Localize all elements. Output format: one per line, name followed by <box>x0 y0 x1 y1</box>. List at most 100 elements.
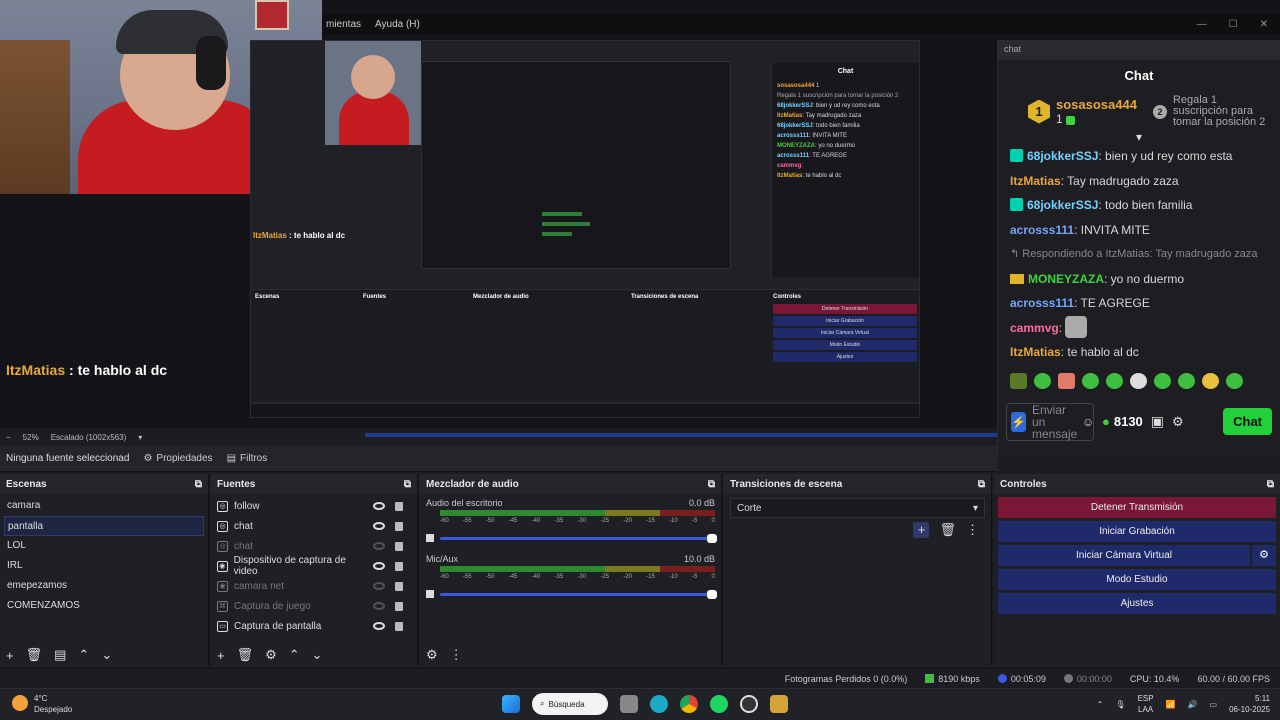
emote-icon[interactable] <box>1154 372 1171 389</box>
scene-item-selected[interactable]: pantalla <box>4 516 204 536</box>
add-icon[interactable]: + <box>217 648 225 663</box>
lock-icon[interactable] <box>395 581 403 591</box>
visibility-eye-icon[interactable] <box>373 521 385 530</box>
taskbar-search[interactable]: ⌕ Búsqueda <box>532 693 608 715</box>
gear-icon[interactable]: ⚙ <box>265 647 277 663</box>
scene-item[interactable]: LOL <box>4 536 204 556</box>
weather-widget[interactable]: 4°C Despejado <box>12 693 72 715</box>
hidden-eye-icon[interactable] <box>373 601 385 610</box>
hidden-eye-icon[interactable] <box>373 541 385 550</box>
windows-start-icon[interactable] <box>502 695 520 713</box>
settings-button[interactable]: Ajustes <box>998 593 1276 614</box>
volume-icon[interactable]: 🔊 <box>1188 700 1198 709</box>
settings-gear-icon[interactable]: ⚙ <box>1172 414 1184 430</box>
language-indicator[interactable]: ESP LAA <box>1138 693 1154 715</box>
chevron-down-icon[interactable]: ▾ <box>138 433 142 442</box>
trash-icon[interactable]: 🗑 <box>26 647 43 663</box>
dock-menu-icon[interactable]: ⧉ <box>195 479 202 490</box>
move-down-icon[interactable]: ⌄ <box>312 647 323 663</box>
dock-menu-icon[interactable]: ⧉ <box>404 479 411 490</box>
properties-button[interactable]: ⚙ Propiedades <box>143 453 212 464</box>
emote-icon[interactable] <box>1058 372 1075 389</box>
emote-icon[interactable] <box>1130 372 1147 389</box>
scene-item[interactable]: camara <box>4 496 204 516</box>
add-icon[interactable]: + <box>913 522 930 538</box>
chat-input[interactable]: ⚡ Enviar un mensaje ☺ <box>1006 402 1094 441</box>
store-icon[interactable]: ▣ <box>1151 413 1164 430</box>
move-down-icon[interactable]: ⌄ <box>101 647 112 663</box>
scene-item[interactable]: IRL <box>4 556 204 576</box>
source-item[interactable]: ◎ chat <box>215 536 413 556</box>
filter-icon[interactable]: ▤ <box>54 647 66 663</box>
obs-studio-icon[interactable] <box>740 695 758 713</box>
edge-browser-icon[interactable] <box>650 695 668 713</box>
preview-scrollbar[interactable] <box>365 433 997 437</box>
filters-button[interactable]: ▤ Filtros <box>227 453 268 464</box>
task-view-icon[interactable] <box>620 695 638 713</box>
emote-icon[interactable] <box>1178 372 1195 389</box>
source-item[interactable]: ◉ Dispositivo de captura de video <box>215 555 413 577</box>
collapse-icon[interactable]: ▾ <box>998 131 1280 143</box>
speaker-icon[interactable] <box>426 590 434 598</box>
start-recording-button[interactable]: Iniciar Grabación <box>998 521 1276 542</box>
speaker-icon[interactable] <box>426 534 434 542</box>
lock-icon[interactable] <box>395 521 403 531</box>
scene-item[interactable]: emepezamos <box>4 576 204 596</box>
channel-points[interactable]: ● 8130 <box>1102 414 1143 429</box>
chevron-up-icon[interactable]: ⌃ <box>1097 700 1104 709</box>
start-virtual-camera-button[interactable]: Iniciar Cámara Virtual <box>998 545 1250 566</box>
close-icon[interactable]: ✕ <box>1260 19 1268 30</box>
lock-icon[interactable] <box>395 621 403 631</box>
trash-icon[interactable]: 🗑 <box>237 647 254 663</box>
emote-icon[interactable] <box>1106 372 1123 389</box>
emoji-icon[interactable]: ☺ <box>1082 416 1094 428</box>
emote-icon[interactable] <box>1034 372 1051 389</box>
maximize-icon[interactable]: ☐ <box>1229 19 1238 30</box>
source-item[interactable]: ▭ Captura de pantalla <box>215 616 413 636</box>
dock-menu-icon[interactable]: ⧉ <box>1267 479 1274 490</box>
menu-herramientas[interactable]: mientas <box>326 19 361 30</box>
hidden-eye-icon[interactable] <box>373 581 385 590</box>
mixer-settings-icon[interactable]: ⚙ <box>426 647 438 663</box>
move-up-icon[interactable]: ⌃ <box>289 647 300 663</box>
battery-icon[interactable]: ▭ <box>1210 700 1218 709</box>
spotify-icon[interactable] <box>710 695 728 713</box>
volume-slider[interactable] <box>440 533 717 543</box>
emote-icon[interactable] <box>1202 372 1219 389</box>
transition-select[interactable]: Corte ▾ <box>730 498 985 518</box>
chat-send-button[interactable]: Chat <box>1223 408 1272 435</box>
clock[interactable]: 5:11 06-10-2025 <box>1229 693 1270 715</box>
emote-icon[interactable] <box>1010 372 1027 389</box>
more-options-icon[interactable]: ⋮ <box>966 522 979 538</box>
source-item[interactable]: ◎ chat <box>215 516 413 536</box>
visibility-eye-icon[interactable] <box>373 501 385 510</box>
minimize-icon[interactable]: — <box>1197 19 1207 30</box>
source-item[interactable]: ◉ camara net <box>215 576 413 596</box>
app-icon[interactable] <box>770 695 788 713</box>
source-item[interactable]: ◎ follow <box>215 496 413 516</box>
add-icon[interactable]: + <box>6 648 14 663</box>
lock-icon[interactable] <box>395 561 403 571</box>
more-options-icon[interactable]: ⋮ <box>450 647 463 663</box>
wifi-icon[interactable]: 📶 <box>1166 700 1176 709</box>
emote-icon[interactable] <box>1082 372 1099 389</box>
zoom-out-icon[interactable]: − <box>6 433 11 442</box>
microphone-icon[interactable]: 🎙 <box>1115 700 1125 709</box>
dock-menu-icon[interactable]: ⧉ <box>978 479 985 490</box>
virtual-camera-settings-icon[interactable]: ⚙ <box>1252 545 1276 566</box>
lock-icon[interactable] <box>395 541 403 551</box>
lock-icon[interactable] <box>395 601 403 611</box>
studio-mode-button[interactable]: Modo Estudio <box>998 569 1276 590</box>
bolt-icon[interactable]: ⚡ <box>1011 411 1026 432</box>
scene-item[interactable]: COMENZAMOS <box>4 596 204 616</box>
visibility-eye-icon[interactable] <box>373 621 385 630</box>
emote-icon[interactable] <box>1226 372 1243 389</box>
source-item[interactable]: ⌘ Captura de juego <box>215 596 413 616</box>
chrome-browser-icon[interactable] <box>680 695 698 713</box>
dock-menu-icon[interactable]: ⧉ <box>708 479 715 490</box>
move-up-icon[interactable]: ⌃ <box>78 647 89 663</box>
lock-icon[interactable] <box>395 501 403 511</box>
stop-streaming-button[interactable]: Detener Transmisión <box>998 497 1276 518</box>
menu-ayuda[interactable]: Ayuda (H) <box>375 19 420 30</box>
trash-icon[interactable]: 🗑 <box>939 522 956 538</box>
